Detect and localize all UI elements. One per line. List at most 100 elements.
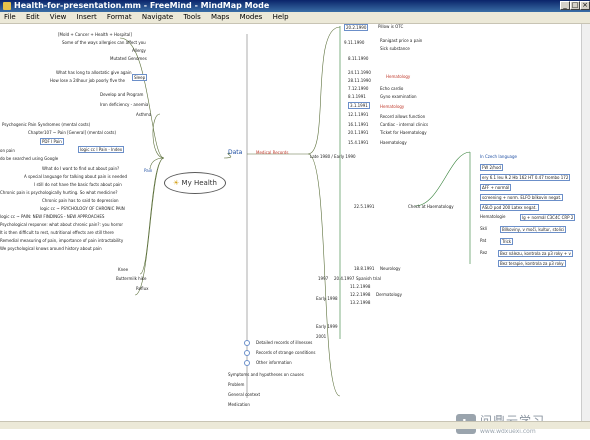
- left-node[interactable]: Knee: [118, 267, 128, 272]
- root-node[interactable]: ☀ My Health: [164, 172, 226, 194]
- left-node[interactable]: Iron deficiency - anemia: [100, 102, 148, 107]
- menu-modes[interactable]: Modes: [236, 12, 267, 23]
- left-node[interactable]: Mutated Genomes: [110, 56, 147, 61]
- detail-node[interactable]: Hematology: [380, 104, 404, 109]
- record-date[interactable]: 8.11.1990: [348, 56, 368, 61]
- lab-node[interactable]: Hematologie: [480, 214, 506, 219]
- detail-node[interactable]: Hematology: [386, 74, 410, 79]
- left-node[interactable]: What has long to allostatic give again: [56, 70, 132, 75]
- record-date[interactable]: 2001: [316, 334, 326, 339]
- detail-node[interactable]: Cardiac - internal clinics: [380, 122, 428, 127]
- left-node[interactable]: It is then difficult to rest, nutritiona…: [0, 230, 114, 235]
- record-date[interactable]: 16.1.1991: [348, 122, 368, 127]
- menu-maps[interactable]: Maps: [207, 12, 233, 23]
- lab-node[interactable]: ASLO pod 200 Latex negat.: [480, 204, 539, 211]
- left-node[interactable]: Allergy: [132, 48, 146, 53]
- lab-node[interactable]: In Czech language: [480, 154, 517, 159]
- record-date[interactable]: 20.2.1990: [344, 24, 369, 31]
- record-date[interactable]: 12.2.1998: [350, 292, 370, 297]
- record-date[interactable]: Early 1998: [316, 296, 338, 301]
- left-node[interactable]: Psychological response: what about chron…: [0, 222, 123, 227]
- left-node[interactable]: Asthma: [136, 112, 151, 117]
- menu-view[interactable]: View: [46, 12, 71, 23]
- record-date[interactable]: 9.11.1990: [344, 40, 364, 45]
- menu-navigate[interactable]: Navigate: [138, 12, 177, 23]
- fold-indicator[interactable]: [244, 360, 250, 366]
- fold-indicator[interactable]: [244, 340, 250, 346]
- menu-file[interactable]: File: [0, 12, 20, 23]
- lab-node[interactable]: lg + normál C3C4C CRP 2: [520, 214, 576, 221]
- record-date[interactable]: 1997: [318, 276, 328, 281]
- left-node[interactable]: Some of the ways allergies can affect yo…: [62, 40, 146, 45]
- left-node[interactable]: How lose a 24hour job poorly five the: [50, 78, 125, 83]
- left-node[interactable]: logic cc ~ PAIN: NEW FINDINGS - NEW APPR…: [0, 214, 104, 219]
- left-node[interactable]: I still do not have the basic facts abou…: [34, 182, 122, 187]
- left-node[interactable]: Chronic pain is psychologically hurting.…: [0, 190, 118, 195]
- bottom-node[interactable]: General context: [228, 392, 260, 397]
- record-date[interactable]: 28.11.1990: [348, 78, 371, 83]
- data-node[interactable]: Data: [228, 149, 242, 156]
- detail-node[interactable]: Pillow is OTC: [378, 24, 403, 29]
- record-date[interactable]: 20.1.1991: [348, 130, 368, 135]
- record-date[interactable]: 13.2.1998: [350, 300, 370, 305]
- lab-node[interactable]: Sklí: [480, 226, 487, 231]
- record-date[interactable]: 18.8.1991: [354, 266, 374, 271]
- left-node[interactable]: do be searched using Google: [0, 156, 58, 161]
- left-node[interactable]: Buttermilk hike: [116, 276, 146, 281]
- left-node[interactable]: A special language for talking about pai…: [24, 174, 127, 179]
- detail-node[interactable]: Dermatology: [376, 292, 402, 297]
- fold-indicator[interactable]: [244, 350, 250, 356]
- detail-node[interactable]: Echo cardio: [380, 86, 403, 91]
- menu-format[interactable]: Format: [103, 12, 136, 23]
- detail-node[interactable]: Record allows function: [380, 114, 425, 119]
- left-node[interactable]: on pain: [0, 148, 15, 153]
- left-node[interactable]: Chapter107 ~ Pain [General] (mental cost…: [28, 130, 116, 135]
- left-node[interactable]: Reflux: [136, 286, 148, 291]
- bottom-node[interactable]: Medication: [228, 402, 250, 407]
- record-date[interactable]: 22.5.1991: [354, 204, 374, 209]
- left-node[interactable]: PDF I Pain: [40, 138, 64, 145]
- lab-node[interactable]: Bez nálezu, kontrola za p3 roky + v: [498, 250, 573, 257]
- detail-node[interactable]: Gyno examination: [380, 94, 417, 99]
- menu-edit[interactable]: Edit: [22, 12, 44, 23]
- bottom-node[interactable]: Problem: [228, 382, 244, 387]
- bottom-node[interactable]: Symptoms and hypotheses on causes: [228, 372, 304, 377]
- left-node[interactable]: Sleep: [132, 74, 148, 81]
- record-date[interactable]: 8.1.1991: [348, 94, 366, 99]
- detail-node[interactable]: Sick substance: [380, 46, 410, 51]
- lab-node[interactable]: Trick: [500, 238, 514, 245]
- lab-node[interactable]: ery 6.1 leu 9.2 Hb 162 HT 0.47 trombo 17…: [480, 174, 571, 181]
- record-date[interactable]: 20.4.1997: [334, 276, 354, 281]
- detail-node[interactable]: Haematology: [380, 140, 407, 145]
- maximize-button[interactable]: □: [570, 1, 580, 10]
- detail-node[interactable]: Spanish trial: [356, 276, 381, 281]
- detail-node[interactable]: Ticket for Haematology: [380, 130, 427, 135]
- left-node[interactable]: [Mold + Cancer + Health + Hospital]: [58, 32, 132, 37]
- left-node[interactable]: Pain: [144, 168, 152, 173]
- lab-node[interactable]: Bílkoviny, v moči, kultur, stolici: [500, 226, 567, 233]
- menu-tools[interactable]: Tools: [179, 12, 204, 23]
- record-date[interactable]: Late 1980 / Early 1990: [310, 154, 356, 159]
- detail-node[interactable]: Ranigast price a pain: [380, 38, 422, 43]
- detail-node[interactable]: Neurology: [380, 266, 400, 271]
- menu-help[interactable]: Help: [269, 12, 293, 23]
- lab-node[interactable]: screening + norm. ELFO bílkovin negat.: [480, 194, 564, 201]
- medical-records-node[interactable]: Medical Records: [256, 150, 289, 155]
- lab-node[interactable]: ΔFF + normál: [480, 184, 512, 191]
- record-date[interactable]: 3.1.1991: [348, 102, 370, 109]
- record-date[interactable]: 7.12.1990: [348, 86, 368, 91]
- lab-node[interactable]: Bez terapie, kontrola za p3 roky: [498, 260, 566, 267]
- left-node[interactable]: We psychological knows around history ab…: [0, 246, 102, 251]
- left-node[interactable]: What do I want to find out about pain?: [42, 166, 119, 171]
- lab-node[interactable]: FW 2/hod: [480, 164, 503, 171]
- record-date[interactable]: 11.2.1998: [350, 284, 370, 289]
- left-node[interactable]: Develop and Program: [100, 92, 143, 97]
- mindmap-canvas[interactable]: ☀ My Health [Mold + Cancer + Health + Ho…: [0, 24, 582, 435]
- lab-node[interactable]: Rez: [480, 250, 487, 255]
- record-date[interactable]: Early 1999: [316, 324, 338, 329]
- vertical-scrollbar[interactable]: [581, 24, 590, 422]
- left-node[interactable]: Remedial measuring of pain, importance o…: [0, 238, 123, 243]
- record-date[interactable]: 15.4.1991: [348, 140, 368, 145]
- record-date[interactable]: 24.11.1990: [348, 70, 371, 75]
- record-date[interactable]: 12.1.1991: [348, 112, 368, 117]
